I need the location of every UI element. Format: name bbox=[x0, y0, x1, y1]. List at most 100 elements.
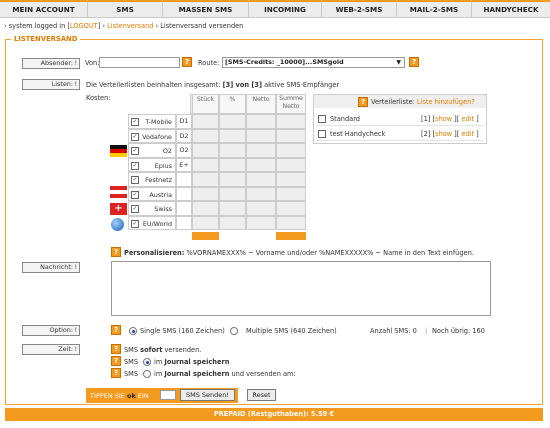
multiple-sms-label: Multiple SMS (640 Zeichen) bbox=[246, 327, 337, 335]
swiss-flag-icon: + bbox=[110, 203, 127, 215]
network-name: Swiss bbox=[154, 205, 172, 213]
breadcrumb-current: › Listenversand versenden bbox=[153, 22, 244, 30]
list-bracket: ][ bbox=[452, 115, 462, 123]
journal-save-radio[interactable] bbox=[143, 358, 151, 366]
network-checkbox[interactable]: ✓ bbox=[131, 132, 139, 141]
tab-incoming[interactable]: INCOMING bbox=[249, 0, 322, 17]
personalize-hint: Personalisieren: %VORNAMEXXX% ~ Vorname … bbox=[124, 249, 474, 257]
tab-web-2-sms[interactable]: WEB-2-SMS bbox=[322, 0, 397, 17]
cost-cell bbox=[219, 172, 246, 187]
network-name: Eplus bbox=[154, 161, 172, 170]
network-name-cell: ✓ O2 bbox=[128, 143, 176, 158]
breadcrumb-listversand-link[interactable]: Listenversand bbox=[107, 22, 153, 30]
cost-cell bbox=[192, 114, 219, 129]
network-checkbox[interactable]: ✓ bbox=[131, 190, 139, 199]
germany-flag-icon bbox=[110, 145, 127, 157]
network-checkbox[interactable]: ✓ bbox=[131, 147, 139, 155]
option-label: Option: bbox=[49, 326, 73, 334]
listen-label-button[interactable]: Listen:! bbox=[22, 79, 80, 90]
cost-cell bbox=[219, 157, 246, 172]
journal-save-text: im Journal speichern bbox=[154, 358, 229, 366]
info-icon: ! bbox=[74, 327, 77, 334]
col-stueck: Stück bbox=[192, 94, 219, 114]
help-icon[interactable]: ? bbox=[358, 97, 368, 107]
route-value: [SMS-Credits: _10000]...SMSgold bbox=[225, 58, 344, 66]
help-icon[interactable]: ? bbox=[182, 57, 192, 67]
absender-label: Absender: bbox=[40, 59, 73, 67]
breadcrumb: › system logged in [LOGOUT] › Listenvers… bbox=[4, 22, 243, 30]
list-checkbox[interactable] bbox=[318, 130, 326, 138]
show-link[interactable]: show bbox=[435, 115, 452, 123]
journal-send-text: im Journal speichern und versenden am: bbox=[154, 370, 296, 378]
breadcrumb-prefix: › system logged in [ bbox=[4, 22, 70, 30]
network-checkbox[interactable]: ✓ bbox=[131, 205, 139, 213]
sofort-bold: sofort bbox=[140, 346, 163, 354]
list-checkbox[interactable] bbox=[318, 115, 326, 123]
personalize-text: %VORNAMEXXX% ~ Vorname und/oder %NAMEXXX… bbox=[184, 249, 474, 257]
send-sms-button[interactable]: SMS Senden! bbox=[180, 389, 235, 401]
list-count: [1] bbox=[421, 115, 431, 123]
option-label-button[interactable]: Option:! bbox=[22, 325, 80, 336]
edit-link[interactable]: edit bbox=[461, 115, 474, 123]
zeit-label: Zeit: bbox=[58, 345, 73, 353]
tippen-text: TIPPEN SIE ok EIN bbox=[90, 392, 149, 400]
cost-cell bbox=[276, 186, 306, 201]
logout-link[interactable]: LOGOUT bbox=[70, 22, 98, 30]
absender-label-button[interactable]: Absender:! bbox=[22, 58, 80, 69]
network-checkbox[interactable]: ✓ bbox=[131, 176, 139, 184]
network-checkbox[interactable]: ✓ bbox=[131, 219, 139, 228]
multiple-sms-radio[interactable] bbox=[230, 327, 238, 335]
journal-mid: im bbox=[154, 358, 165, 366]
listen-summary: Die Verteilerlisten beinhalten insgesamt… bbox=[86, 81, 339, 89]
cost-cell bbox=[246, 128, 276, 143]
show-link[interactable]: show bbox=[435, 130, 452, 138]
summary-pre: Die Verteilerlisten beinhalten insgesamt… bbox=[86, 81, 223, 89]
network-code bbox=[176, 201, 192, 216]
help-icon[interactable]: ? bbox=[111, 247, 121, 257]
network-name-cell: ✓ EU/World bbox=[128, 215, 176, 230]
network-code bbox=[176, 172, 192, 187]
network-code: D1 bbox=[176, 114, 192, 129]
nachricht-label-button[interactable]: Nachricht:! bbox=[22, 262, 80, 273]
reset-button[interactable]: Reset bbox=[247, 389, 276, 401]
help-icon[interactable]: ? bbox=[111, 356, 121, 366]
info-icon: ! bbox=[74, 81, 77, 88]
network-name-cell: ✓ Vodafone bbox=[128, 128, 176, 143]
tab-massen-sms[interactable]: MASSEN SMS bbox=[163, 0, 249, 17]
list-count: [2] bbox=[421, 130, 431, 138]
help-icon[interactable]: ? bbox=[111, 344, 121, 354]
von-label: Von: bbox=[85, 59, 100, 67]
route-select[interactable]: [SMS-Credits: _10000]...SMSgold ▼ bbox=[222, 57, 405, 68]
verteilerliste-title: Verteilerliste: Liste hinzufügen? bbox=[371, 98, 475, 106]
von-input[interactable] bbox=[99, 57, 180, 68]
sofort-text: SMS sofort versenden. bbox=[124, 346, 201, 354]
tab-mail-2-sms[interactable]: MAIL-2-SMS bbox=[397, 0, 472, 17]
help-icon[interactable]: ? bbox=[111, 368, 121, 378]
cost-cell bbox=[276, 114, 306, 129]
captcha-input[interactable] bbox=[160, 390, 176, 400]
col-percent: % bbox=[219, 94, 246, 114]
help-icon[interactable]: ? bbox=[409, 57, 419, 67]
single-sms-radio[interactable] bbox=[129, 327, 137, 335]
cost-cell bbox=[192, 186, 219, 201]
network-checkbox[interactable]: ✓ bbox=[131, 161, 139, 170]
breadcrumb-sep: ] › bbox=[97, 22, 108, 30]
message-textarea[interactable] bbox=[111, 261, 491, 316]
network-code bbox=[176, 186, 192, 201]
help-icon[interactable]: ? bbox=[111, 325, 121, 335]
journal-send-radio[interactable] bbox=[143, 370, 151, 378]
network-name: EU/World bbox=[142, 219, 172, 228]
cost-cell bbox=[276, 172, 306, 187]
cost-cell bbox=[246, 186, 276, 201]
edit-link[interactable]: edit bbox=[461, 130, 474, 138]
zeit-label-button[interactable]: Zeit:! bbox=[22, 344, 80, 355]
tab-handycheck[interactable]: HANDYCHECK bbox=[472, 0, 550, 17]
tab-mein-account[interactable]: MEIN ACCOUNT bbox=[0, 0, 88, 17]
cost-cell bbox=[219, 143, 246, 158]
add-list-link[interactable]: Liste hinzufügen? bbox=[417, 98, 475, 106]
info-icon: ! bbox=[74, 264, 77, 271]
list-actions: [1] [show ][ edit ] bbox=[421, 115, 479, 123]
info-icon: ! bbox=[74, 346, 77, 353]
tab-sms[interactable]: SMS bbox=[88, 0, 163, 17]
network-checkbox[interactable]: ✓ bbox=[131, 118, 139, 126]
